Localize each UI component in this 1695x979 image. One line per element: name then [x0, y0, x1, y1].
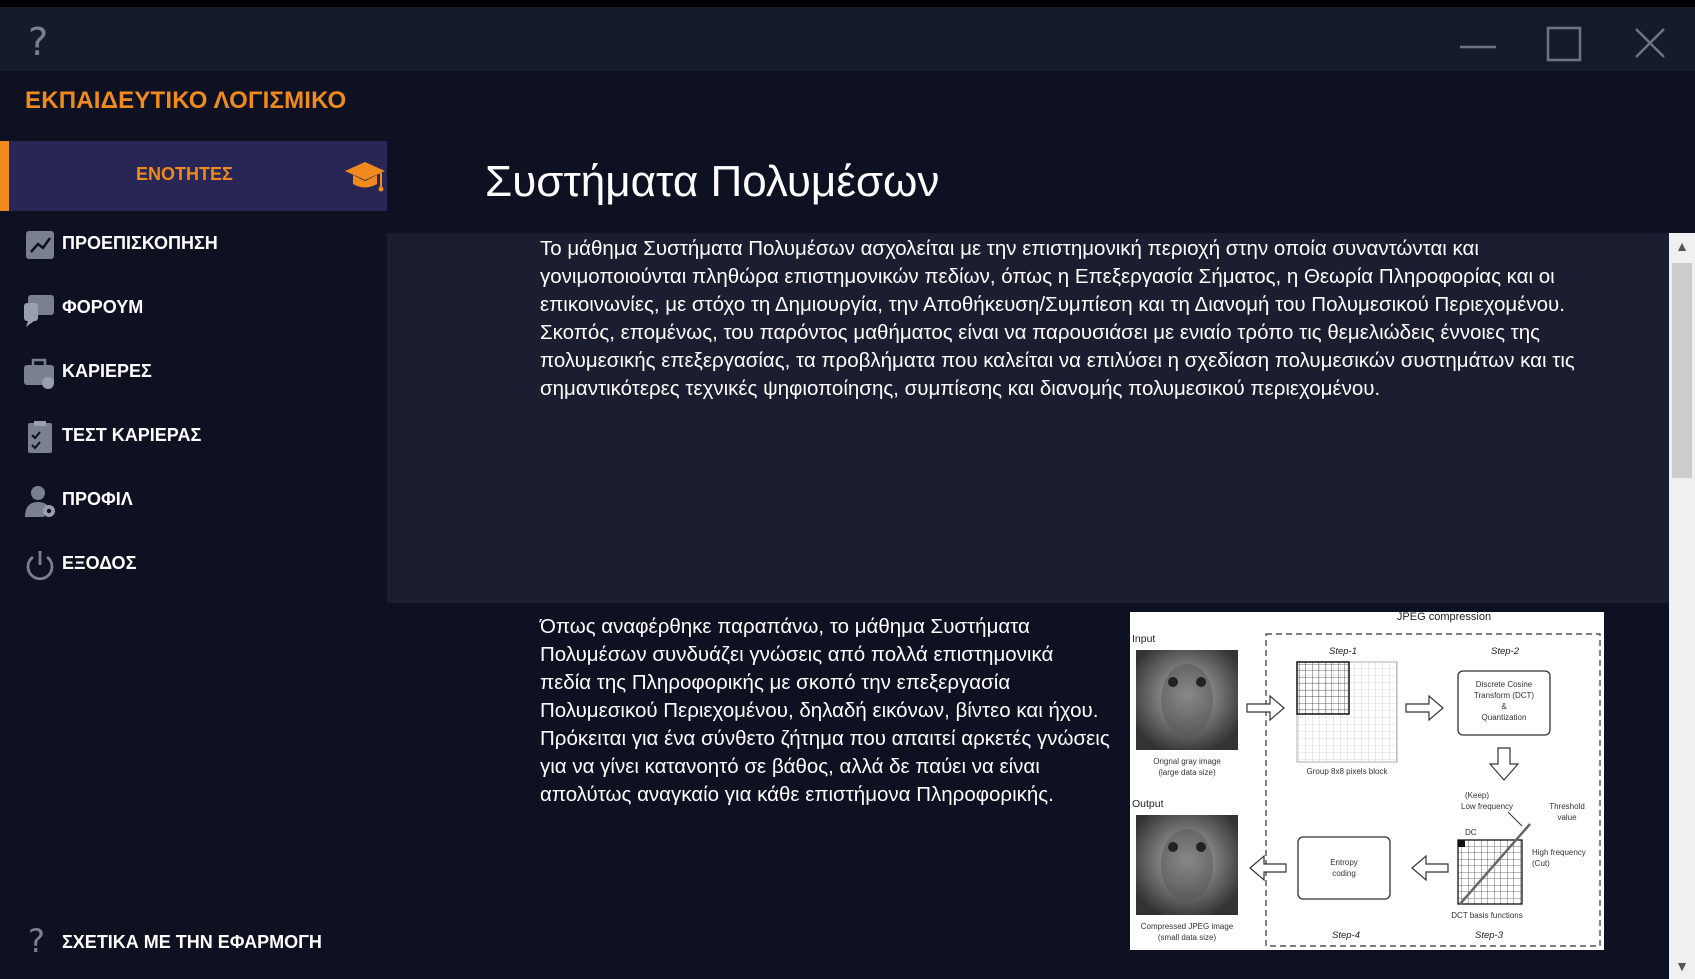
body-paragraph: Όπως αναφέρθηκε παραπάνω, το μάθημα Συστ… — [540, 615, 1110, 806]
keep-line2: Low frequency — [1461, 802, 1513, 811]
clipboard-icon — [28, 421, 52, 453]
sidebar-item-preview[interactable]: ΠΡΟΕΠΙΣΚΟΠΗΣΗ — [0, 215, 387, 275]
sidebar-item-label: ΤΕΣΤ ΚΑΡΙΕΡΑΣ — [62, 425, 202, 445]
close-button[interactable] — [1622, 19, 1678, 71]
entropy-box — [1297, 836, 1391, 900]
user-settings-icon — [25, 486, 55, 517]
sidebar-item-careers[interactable]: ΚΑΡΙΕΡΕΣ — [0, 343, 387, 403]
step4-label: Step-4 — [1332, 930, 1360, 941]
sidebar-item-label: ΠΡΟΕΠΙΣΚΟΠΗΣΗ — [62, 233, 218, 253]
original-caption-1: Orignal gray image — [1153, 757, 1221, 766]
dc-label: DC — [1465, 828, 1477, 837]
close-icon — [1635, 28, 1665, 58]
group-caption: Group 8x8 pixels block — [1307, 767, 1389, 776]
about-app-link[interactable]: ? ΣΧΕΤΙΚΑ ΜΕ ΤΗΝ ΕΦΑΡΜΟΓΗ — [0, 911, 387, 971]
sidebar-item-label: ΦΟΡΟΥΜ — [62, 297, 144, 317]
sidebar-item-label: ΠΡΟΦΙΛ — [62, 489, 133, 509]
arrow-left-1 — [1411, 854, 1449, 882]
arrow-down — [1488, 747, 1520, 781]
step1-label: Step-1 — [1329, 646, 1357, 657]
about-label: ΣΧΕΤΙΚΑ ΜΕ ΤΗΝ ΕΦΑΡΜΟΓΗ — [62, 932, 322, 952]
power-icon — [26, 551, 54, 581]
scrollbar-thumb[interactable] — [1672, 263, 1692, 478]
step2-label: Step-2 — [1491, 646, 1520, 657]
compressed-caption-2: (small data size) — [1158, 933, 1217, 942]
jpeg-diagram: JPEG compression Input Orignal gray imag… — [1132, 611, 1601, 947]
jpeg-compression-figure: JPEG compression Input Orignal gray imag… — [1130, 611, 1604, 950]
pixel-block — [1296, 661, 1350, 715]
compressed-caption-1: Compressed JPEG image — [1141, 922, 1234, 931]
app-title: ΕΚΠΑΙΔΕΥΤΙΚΟ ΛΟΓΙΣΜΙΚΟ — [25, 87, 347, 114]
page-title: Συστήματα Πολυμέσων — [485, 157, 940, 206]
title-bar: ? — [0, 7, 1695, 71]
chart-icon — [26, 231, 54, 259]
high-line2: (Cut) — [1532, 859, 1550, 868]
scroll-up-arrow-icon[interactable]: ▲ — [1669, 233, 1695, 259]
sidebar-item-forum[interactable]: ΦΟΡΟΥΜ — [0, 279, 387, 339]
sidebar-item-label: ΕΞΟΔΟΣ — [62, 553, 137, 573]
entropy-line1: Entropy — [1330, 858, 1358, 867]
forum-icon — [24, 295, 54, 327]
sidebar-item-units[interactable]: ΕΝΟΤΗΤΕΣ — [0, 141, 387, 211]
dct-line3: & — [1501, 702, 1507, 711]
dct-line4: Quantization — [1482, 713, 1527, 722]
figure-title: JPEG compression — [1397, 612, 1491, 623]
window-top-edge — [0, 0, 1695, 7]
scroll-down-arrow-icon[interactable]: ▼ — [1669, 953, 1695, 979]
sidebar: ΕΚΠΑΙΔΕΥΤΙΚΟ ΛΟΓΙΣΜΙΚΟ ΕΝΟΤΗΤΕΣ ΠΡΟΕΠΙΣΚ… — [0, 71, 387, 979]
minimize-button[interactable] — [1450, 19, 1506, 71]
maximize-icon — [1546, 26, 1582, 62]
vertical-scrollbar[interactable]: ▲ ▼ — [1669, 233, 1695, 979]
sidebar-item-career-test[interactable]: ΤΕΣΤ ΚΑΡΙΕΡΑΣ — [0, 407, 387, 467]
arrow-right-2 — [1405, 694, 1444, 722]
basis-caption: DCT basis functions — [1451, 911, 1522, 920]
arrow-right-1 — [1246, 694, 1285, 722]
keep-line1: (Keep) — [1465, 791, 1489, 800]
sidebar-item-label: ΕΝΟΤΗΤΕΣ — [136, 164, 233, 184]
input-label: Input — [1132, 633, 1155, 645]
sidebar-item-exit[interactable]: ΕΞΟΔΟΣ — [0, 535, 387, 595]
step3-label: Step-3 — [1475, 930, 1504, 941]
maximize-button[interactable] — [1536, 19, 1592, 71]
graduation-cap-icon — [345, 162, 385, 192]
sidebar-item-profile[interactable]: ΠΡΟΦΙΛ — [0, 471, 387, 531]
question-icon[interactable]: ? — [28, 23, 48, 61]
threshold-line2: value — [1557, 813, 1577, 822]
arrow-left-2 — [1249, 854, 1287, 882]
original-caption-2: (large data size) — [1158, 768, 1216, 777]
high-line1: High frequency — [1532, 848, 1586, 857]
minimize-icon — [1460, 45, 1496, 49]
output-label: Output — [1132, 798, 1164, 810]
dct-line1: Discrete Cosine — [1476, 680, 1533, 689]
entropy-line2: coding — [1332, 869, 1356, 878]
dct-line2: Transform (DCT) — [1474, 691, 1534, 700]
sidebar-item-label: ΚΑΡΙΕΡΕΣ — [62, 361, 152, 381]
briefcase-icon — [24, 358, 54, 389]
intro-paragraph: Το μάθημα Συστήματα Πολυμέσων ασχολείται… — [540, 237, 1575, 400]
question-icon: ? — [28, 922, 45, 960]
threshold-line1: Threshold — [1549, 802, 1585, 811]
